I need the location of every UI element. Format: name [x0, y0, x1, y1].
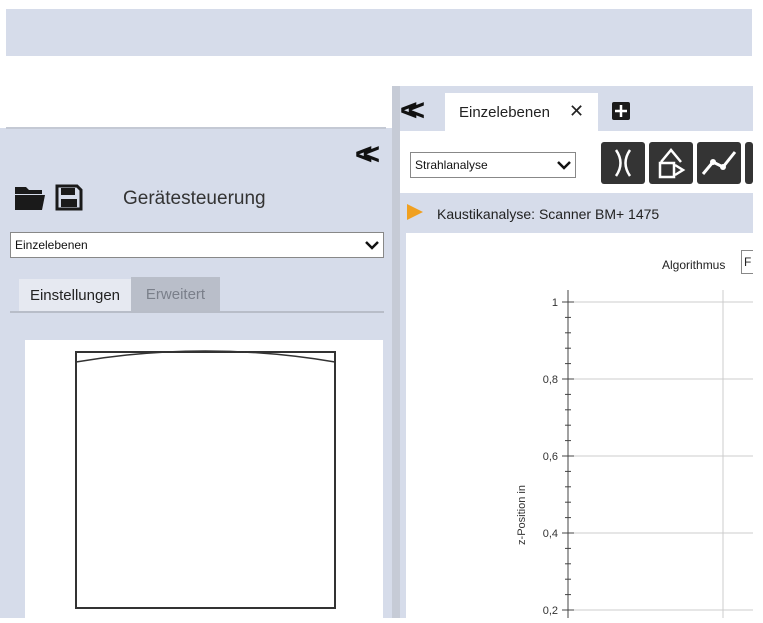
y-axis-ticks: 1 0,8 0,6 0,4 0,2	[543, 297, 574, 617]
save-icon[interactable]	[55, 184, 83, 211]
tab-einstellungen-label: Einstellungen	[29, 287, 121, 304]
chevron-down-icon	[365, 241, 379, 250]
close-icon[interactable]: ✕	[569, 101, 584, 122]
y-tick-label: 0,2	[543, 605, 558, 617]
window-edge	[753, 86, 763, 618]
panel-title: Gerätesteuerung	[123, 188, 266, 209]
caustic-tool-button[interactable]	[601, 142, 645, 184]
flag-icon	[407, 204, 423, 220]
device-preview	[25, 340, 383, 618]
tab-einstellungen[interactable]: Einstellungen	[19, 279, 131, 313]
document-tab-label: Einzelebenen	[459, 104, 550, 121]
window-top-bar	[6, 9, 752, 56]
add-tab-icon[interactable]	[612, 102, 630, 120]
chevron-down-icon	[557, 161, 571, 170]
tab-erweitert-label: Erweitert	[145, 286, 206, 303]
mode-select[interactable]: Einzelebenen	[10, 232, 384, 258]
panel-top-divider	[6, 127, 386, 129]
panel-splitter[interactable]	[392, 86, 400, 618]
mode-select-value: Einzelebenen	[15, 238, 88, 252]
y-tick-label: 0,8	[543, 374, 558, 386]
scan-field-shape	[75, 348, 336, 609]
chart-grid	[568, 290, 753, 618]
y-tick-label: 0,4	[543, 528, 558, 540]
y-axis-label: z-Position in	[516, 485, 528, 545]
y-tick-label: 0,6	[543, 451, 558, 463]
caustic-icon	[614, 149, 632, 177]
algorithm-label: Algorithmus	[662, 258, 726, 272]
tab-erweitert[interactable]: Erweitert	[131, 277, 220, 311]
tab-bar-underline	[10, 311, 384, 313]
analysis-title: Kaustikanalyse: Scanner BM+ 1475	[437, 206, 660, 222]
caustic-chart: 1 0,8 0,6 0,4 0,2 z-Position in	[516, 290, 753, 618]
collapse-document-panel-icon[interactable]: <<	[400, 96, 425, 126]
line-graph-icon	[701, 151, 737, 175]
open-folder-icon[interactable]	[15, 184, 45, 210]
analysis-select-value: Strahlanalyse	[415, 158, 488, 172]
line-graph-tool-button[interactable]	[697, 142, 741, 184]
y-tick-label: 1	[552, 297, 558, 309]
beam-shape-icon	[658, 148, 686, 179]
more-tools-button[interactable]	[745, 142, 753, 184]
beam-shape-tool-button[interactable]	[649, 142, 693, 184]
collapse-left-panel-icon[interactable]: <<	[355, 140, 380, 170]
analysis-select[interactable]: Strahlanalyse	[410, 152, 576, 178]
